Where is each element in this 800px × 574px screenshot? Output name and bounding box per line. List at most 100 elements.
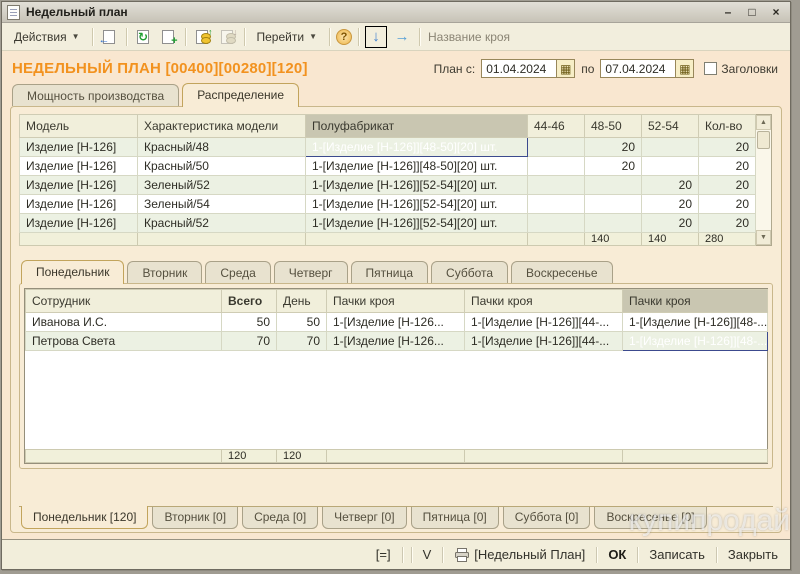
copy-add-button[interactable]: + [158,26,179,47]
tab-wednesday[interactable]: Среда [205,261,270,283]
form-header: НЕДЕЛЬНЫЙ ПЛАН [00400][00280][120] План … [2,51,790,83]
bottom-tab-wednesday[interactable]: Среда [0] [242,507,318,529]
cell-variant[interactable]: Зеленый/54 [138,195,306,214]
close-button[interactable]: × [767,4,785,20]
tab-friday[interactable]: Пятница [351,261,429,283]
bottom-tab-saturday[interactable]: Суббота [0] [503,507,591,529]
cell-44-46[interactable] [528,176,585,195]
cell-48-50[interactable]: 20 [585,138,642,157]
cell-semiproduct[interactable]: 1-[Изделие [Н-126]][52-54][20] шт. [306,195,528,214]
tab-distribution[interactable]: Распределение [182,83,299,107]
close-form-button[interactable]: Закрыть [725,545,781,564]
cell-day[interactable]: 50 [277,313,327,332]
ok-button[interactable]: ОК [605,545,629,564]
staff-header-row: Сотрудник Всего День Пачки кроя Пачки кр… [26,290,768,313]
bottom-tab-tuesday[interactable]: Вторник [0] [152,507,238,529]
calendar-icon[interactable]: ▦ [556,59,575,78]
scroll-down-icon[interactable]: ▼ [756,230,771,245]
cell-model[interactable]: Изделие [Н-126] [20,195,138,214]
unpost-document-button[interactable]: ↓ [217,26,238,47]
goto-menu-button[interactable]: Перейти ▼ [251,28,323,46]
v-button[interactable]: V [420,545,435,564]
vertical-scrollbar[interactable]: ▲ ▼ [756,114,772,246]
cell-total[interactable]: 70 [222,332,277,351]
footer-separator [411,547,412,563]
cell-44-46[interactable] [528,214,585,233]
plan-from-input[interactable] [481,59,557,78]
cell-qty[interactable]: 20 [699,214,756,233]
cell-packs-1[interactable]: 1-[Изделие [Н-126... [327,313,465,332]
print-button-label: [Недельный План] [474,547,585,562]
nav-right-button[interactable]: → [391,26,413,48]
cell-model[interactable]: Изделие [Н-126] [20,176,138,195]
calendar-icon[interactable]: ▦ [675,59,694,78]
grid-settings-button[interactable]: [=] [373,545,394,564]
cell-employee[interactable]: Иванова И.С. [26,313,222,332]
tab-saturday[interactable]: Суббота [431,261,508,283]
cell-qty[interactable]: 20 [699,176,756,195]
cell-52-54[interactable]: 20 [642,176,699,195]
cell-model[interactable]: Изделие [Н-126] [20,214,138,233]
tab-tuesday[interactable]: Вторник [127,261,202,283]
post-document-button[interactable]: ↑ [192,26,213,47]
save-button[interactable]: Записать [646,545,708,564]
footer-cell [327,450,465,463]
cell-52-54[interactable]: 20 [642,214,699,233]
print-button[interactable]: [Недельный План] [451,545,588,564]
cell-48-50[interactable] [585,214,642,233]
maximize-button[interactable]: □ [743,4,761,20]
tab-capacity[interactable]: Мощность производства [12,84,179,106]
cell-total[interactable]: 50 [222,313,277,332]
cell-44-46[interactable] [528,195,585,214]
cell-model[interactable]: Изделие [Н-126] [20,138,138,157]
cell-variant[interactable]: Красный/48 [138,138,306,157]
cell-52-54[interactable] [642,157,699,176]
cell-packs-3-selected[interactable]: 1-[Изделие [Н-126]][48-... [623,332,768,351]
tab-monday[interactable]: Понедельник [21,260,124,284]
scroll-track[interactable] [756,150,771,230]
bottom-tab-thursday[interactable]: Четверг [0] [322,507,406,529]
cell-52-54[interactable]: 20 [642,195,699,214]
cell-44-46[interactable] [528,138,585,157]
plan-to-input[interactable] [600,59,676,78]
cell-48-50[interactable]: 20 [585,157,642,176]
cell-packs-1[interactable]: 1-[Изделие [Н-126... [327,332,465,351]
cell-48-50[interactable] [585,176,642,195]
cell-qty[interactable]: 20 [699,195,756,214]
minimize-button[interactable]: – [719,4,737,20]
reread-button[interactable]: ← [99,26,120,47]
cell-semiproduct[interactable]: 1-[Изделие [Н-126]][48-50][20] шт. [306,157,528,176]
tab-thursday[interactable]: Четверг [274,261,348,283]
cell-qty[interactable]: 20 [699,138,756,157]
nav-down-button[interactable]: ↓ [365,26,387,48]
cell-model[interactable]: Изделие [Н-126] [20,157,138,176]
cell-48-50[interactable] [585,195,642,214]
tab-sunday[interactable]: Воскресенье [511,261,613,283]
cell-semiproduct-selected[interactable]: 1-[Изделие [Н-126]][48-50][20] шт. [306,138,528,157]
cell-packs-2[interactable]: 1-[Изделие [Н-126]][44-... [465,332,623,351]
bottom-tab-monday[interactable]: Понедельник [120] [21,506,148,529]
cell-semiproduct[interactable]: 1-[Изделие [Н-126]][52-54][20] шт. [306,176,528,195]
cell-packs-3[interactable]: 1-[Изделие [Н-126]][48-... [623,313,768,332]
cell-44-46[interactable] [528,157,585,176]
cell-semiproduct[interactable]: 1-[Изделие [Н-126]][52-54][20] шт. [306,214,528,233]
post-arrow-icon: ↑ [208,27,213,37]
cell-variant[interactable]: Красный/50 [138,157,306,176]
cell-qty[interactable]: 20 [699,157,756,176]
staff-table-empty-area[interactable] [25,351,767,449]
cell-day[interactable]: 70 [277,332,327,351]
cell-52-54[interactable] [642,138,699,157]
scroll-thumb[interactable] [757,131,770,149]
cell-variant[interactable]: Красный/52 [138,214,306,233]
headers-checkbox[interactable] [704,62,717,75]
cell-variant[interactable]: Зеленый/52 [138,176,306,195]
toolbar-separator [329,28,330,46]
cell-employee[interactable]: Петрова Света [26,332,222,351]
help-button[interactable]: ? [336,29,352,45]
cell-packs-2[interactable]: 1-[Изделие [Н-126]][44-... [465,313,623,332]
bottom-tab-sunday[interactable]: Воскресенье [0] [594,507,706,529]
refresh-button[interactable]: ↻ [133,26,154,47]
actions-menu-button[interactable]: Действия ▼ [8,28,86,46]
scroll-up-icon[interactable]: ▲ [756,115,771,130]
bottom-tab-friday[interactable]: Пятница [0] [411,507,499,529]
